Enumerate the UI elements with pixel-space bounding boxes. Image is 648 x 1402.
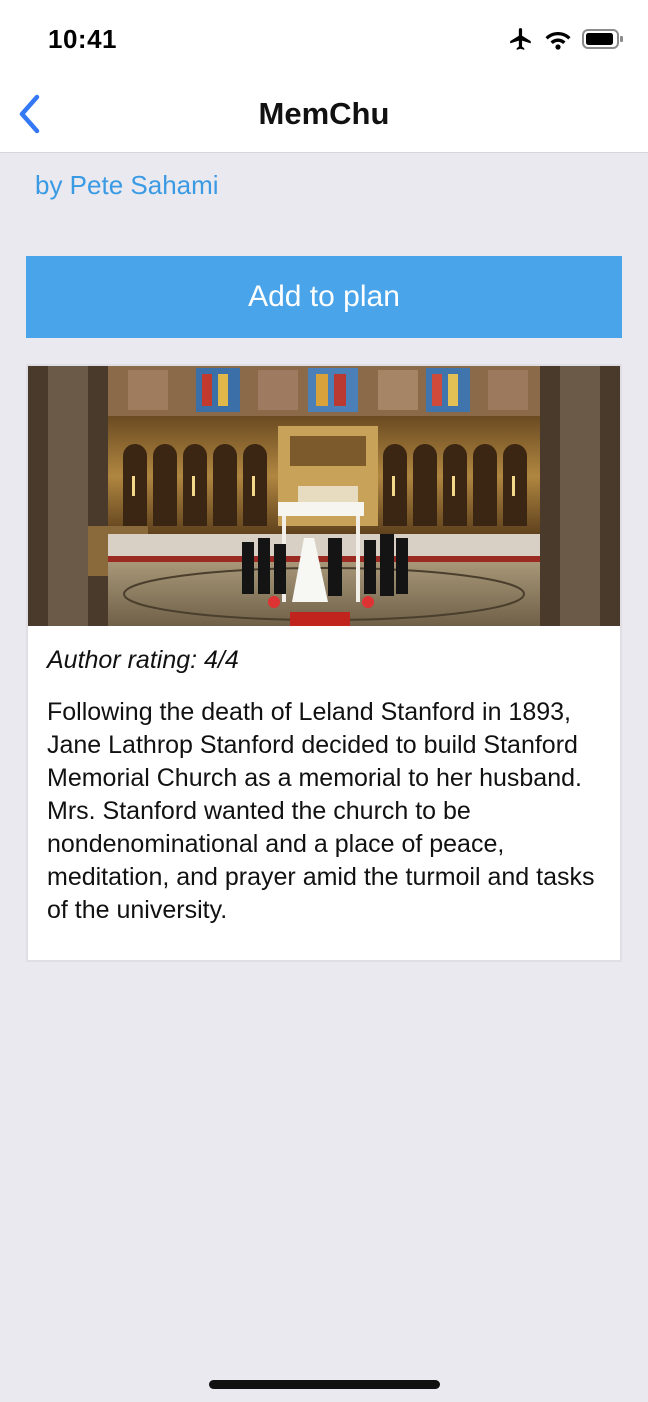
wifi-icon — [544, 28, 572, 55]
status-bar: 10:41 — [0, 0, 648, 76]
status-time: 10:41 — [48, 24, 117, 54]
navigation-bar: MemChu — [0, 76, 648, 153]
author-link[interactable]: by Pete Sahami — [35, 170, 219, 201]
airplane-icon — [508, 26, 534, 57]
page-title: MemChu — [258, 96, 390, 131]
home-indicator[interactable] — [209, 1380, 440, 1389]
add-to-plan-button[interactable]: Add to plan — [26, 256, 622, 338]
church-photo — [28, 366, 620, 626]
place-card: Author rating: 4/4 Following the death o… — [26, 364, 622, 962]
battery-icon — [582, 28, 624, 55]
description-text: Following the death of Leland Stanford i… — [47, 698, 595, 924]
status-icons — [508, 26, 624, 57]
author-rating: Author rating: 4/4 — [47, 646, 239, 674]
